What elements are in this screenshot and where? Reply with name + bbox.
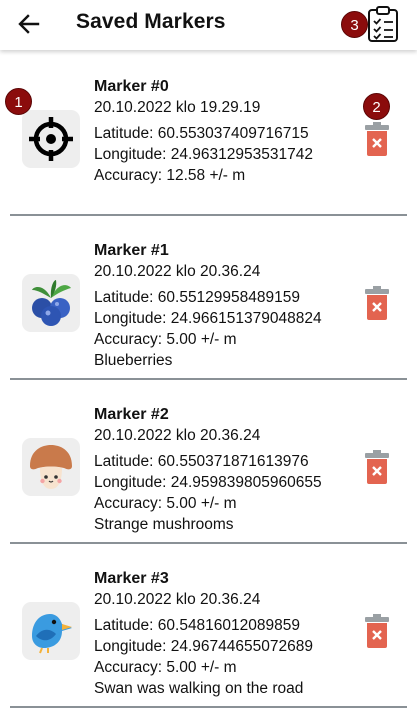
blueberries-icon	[32, 280, 71, 326]
list-item[interactable]: Marker #3 20.10.2022 klo 20.36.24 Latitu…	[0, 561, 417, 725]
step-badge-1: 1	[5, 88, 32, 115]
divider	[10, 378, 407, 380]
marker-accuracy: Accuracy: 5.00 +/- m	[94, 659, 237, 676]
delete-trash-icon[interactable]	[364, 121, 390, 157]
marker-name: Marker #0	[94, 78, 169, 95]
marker-longitude: Longitude: 24.959839805960655	[94, 474, 322, 491]
marker-date: 20.10.2022 klo 20.36.24	[94, 263, 261, 280]
marker-longitude: Longitude: 24.966151379048824	[94, 310, 322, 327]
marker-date: 20.10.2022 klo 20.36.24	[94, 591, 261, 608]
marker-name: Marker #2	[94, 406, 169, 423]
mushroom-icon	[30, 445, 72, 489]
marker-accuracy: Accuracy: 5.00 +/- m	[94, 495, 237, 512]
divider	[10, 706, 407, 708]
crosshair-icon	[29, 117, 73, 161]
marker-accuracy: Accuracy: 12.58 +/- m	[94, 167, 246, 184]
step-badge-2: 2	[363, 93, 390, 120]
delete-trash-icon[interactable]	[364, 449, 390, 485]
list-item[interactable]: Marker #1 20.10.2022 klo 20.36.24 Latitu…	[0, 233, 417, 397]
delete-trash-icon[interactable]	[364, 613, 390, 649]
marker-icon-tile	[22, 602, 80, 660]
marker-longitude: Longitude: 24.96312953531742	[94, 146, 313, 163]
marker-note: Strange mushrooms	[94, 516, 234, 533]
marker-longitude: Longitude: 24.96744655072689	[94, 638, 313, 655]
list-item[interactable]: Marker #2 20.10.2022 klo 20.36.24 Latitu…	[0, 397, 417, 561]
divider	[10, 542, 407, 544]
marker-note: Blueberries	[94, 352, 173, 369]
marker-accuracy: Accuracy: 5.00 +/- m	[94, 331, 237, 348]
marker-date: 20.10.2022 klo 20.36.24	[94, 427, 261, 444]
clipboard-checklist-icon[interactable]	[366, 5, 400, 43]
marker-note: Swan was walking on the road	[94, 680, 304, 697]
marker-icon-tile	[22, 438, 80, 496]
marker-latitude: Latitude: 60.55129958489159	[94, 289, 301, 306]
step-badge-3: 3	[341, 11, 368, 38]
bird-icon	[32, 614, 72, 654]
marker-name: Marker #1	[94, 242, 169, 259]
marker-name: Marker #3	[94, 570, 169, 587]
divider	[10, 214, 407, 216]
marker-latitude: Latitude: 60.553037409716715	[94, 125, 309, 142]
arrow-left-icon[interactable]	[16, 11, 42, 37]
marker-latitude: Latitude: 60.54816012089859	[94, 617, 301, 634]
delete-trash-icon[interactable]	[364, 285, 390, 321]
marker-icon-tile	[22, 110, 80, 168]
page-title: Saved Markers	[76, 10, 226, 33]
marker-date: 20.10.2022 klo 19.29.19	[94, 99, 261, 116]
marker-latitude: Latitude: 60.550371871613976	[94, 453, 309, 470]
list-item[interactable]: Marker #0 20.10.2022 klo 19.29.19 Latitu…	[0, 69, 417, 233]
marker-icon-tile	[22, 274, 80, 332]
